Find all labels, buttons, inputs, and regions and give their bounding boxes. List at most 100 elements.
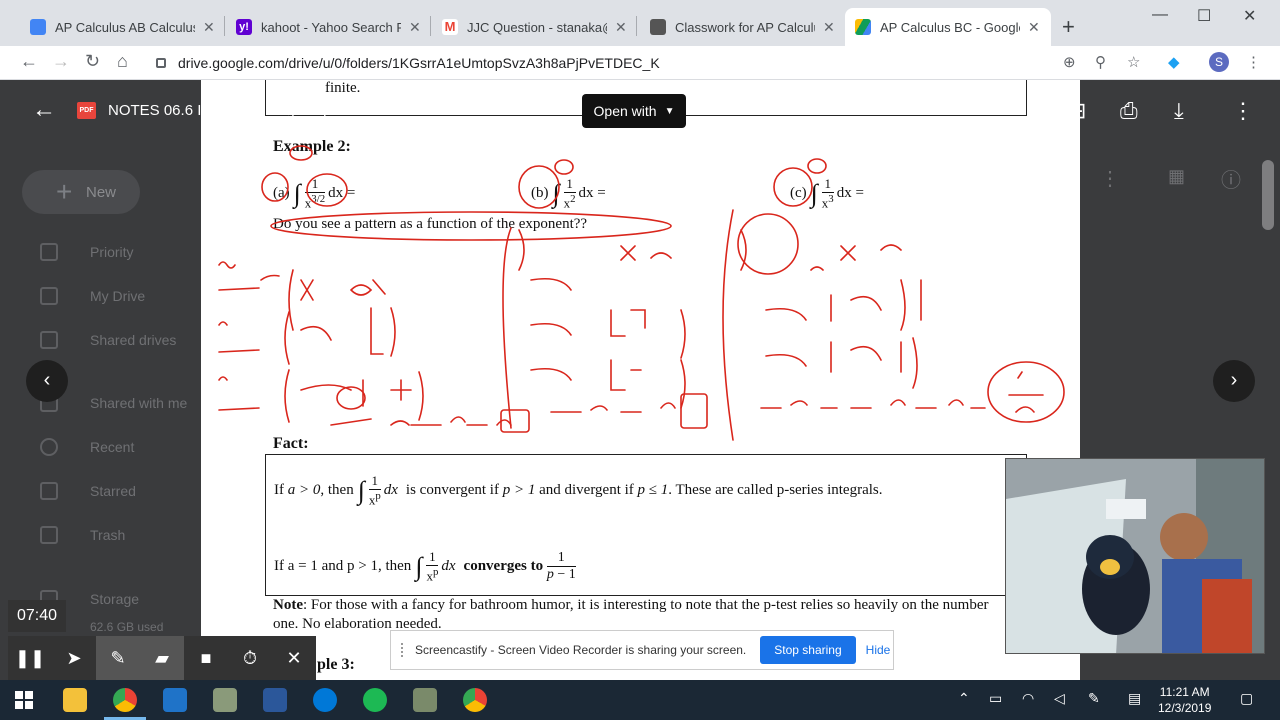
scrollbar-thumb[interactable]: [1262, 160, 1274, 230]
close-tab-icon[interactable]: ✕: [1028, 19, 1040, 36]
next-file-icon[interactable]: ›: [1213, 360, 1255, 402]
wifi-icon[interactable]: ◠: [1022, 690, 1034, 707]
home-icon[interactable]: ⌂: [117, 51, 128, 72]
add-to-drive-icon[interactable]: ⊞: [1068, 98, 1086, 124]
pen-icon[interactable]: ✎: [96, 636, 140, 680]
extension-icon[interactable]: ◆: [1168, 53, 1180, 71]
sidebar-item-starred[interactable]: Starred: [40, 482, 136, 500]
drag-handle-icon[interactable]: [401, 643, 407, 657]
address-bar[interactable]: drive.google.com/drive/u/0/folders/1KGsr…: [156, 50, 1156, 76]
note-paragraph: Note: For those with a fancy for bathroo…: [273, 597, 989, 632]
open-with-button[interactable]: Open with ▼: [582, 94, 686, 128]
sidebar-item-shared-with-me[interactable]: Shared with me: [40, 394, 187, 412]
previous-file-icon[interactable]: ‹: [26, 360, 68, 402]
highlighter-icon[interactable]: ▰: [140, 636, 184, 680]
fact-title: Fact:: [273, 435, 309, 452]
menu-icon[interactable]: ⋮: [1246, 53, 1261, 71]
back-arrow-icon[interactable]: ←: [32, 96, 56, 124]
sidebar-item-priority[interactable]: Priority: [40, 243, 134, 261]
browser-tab-5-active[interactable]: AP Calculus BC - Google Dr ✕: [845, 8, 1051, 46]
install-icon[interactable]: ⊕: [1063, 53, 1076, 71]
cursor-icon[interactable]: ➤: [52, 636, 96, 680]
google-sites-icon: [30, 19, 46, 35]
camera-icon[interactable]: ■: [184, 636, 228, 680]
tab-title: AP Calculus AB Calculus Re: [55, 19, 195, 35]
bookmark-star-icon[interactable]: ☆: [1127, 53, 1140, 71]
show-hidden-icons-icon[interactable]: ⌃: [958, 690, 970, 707]
chrome-icon[interactable]: [113, 688, 137, 712]
taskbar-clock[interactable]: 11:21 AM 12/3/2019: [1158, 684, 1211, 716]
sidebar-item-recent[interactable]: Recent: [40, 438, 134, 456]
timer-icon[interactable]: ⏱: [228, 636, 272, 680]
shared-drives-icon: [40, 331, 58, 349]
browser-tab-3[interactable]: M JJC Question - stanaka@m ✕: [432, 8, 637, 46]
more-actions-icon[interactable]: ⋮: [1232, 98, 1254, 124]
screen-sharing-notice: Screencastify - Screen Video Recorder is…: [390, 630, 894, 670]
close-window-icon[interactable]: ✕: [1243, 6, 1256, 26]
plus-icon: +: [56, 176, 73, 207]
zoom-icon[interactable]: ⚲: [1095, 53, 1106, 71]
keyboard-icon[interactable]: ▤: [1128, 690, 1141, 707]
back-icon[interactable]: ←: [20, 51, 38, 72]
dropdown-arrow-icon: ▼: [664, 105, 675, 117]
close-tab-icon[interactable]: ✕: [615, 19, 627, 36]
battery-icon[interactable]: ▭: [989, 690, 1002, 707]
forward-icon[interactable]: →: [52, 51, 70, 72]
fact-box: If a > 0 , then ∫ 1 xp dx is convergent i…: [265, 454, 1027, 596]
gmail-icon: M: [442, 19, 458, 35]
integral-sign: ∫: [357, 475, 365, 505]
sidebar-item-my-drive[interactable]: My Drive: [40, 287, 145, 305]
more-options-icon[interactable]: ⋮: [1100, 166, 1120, 191]
notifications-icon[interactable]: ▢: [1240, 690, 1253, 707]
tab-title: AP Calculus BC - Google Dr: [880, 19, 1020, 35]
pen-workspace-icon[interactable]: ✎: [1088, 690, 1100, 707]
download-icon[interactable]: ⤓: [1174, 98, 1184, 124]
browser-tab-1[interactable]: AP Calculus AB Calculus Re ✕: [20, 8, 225, 46]
avatar[interactable]: S: [1209, 52, 1229, 72]
spotify-icon[interactable]: [363, 688, 387, 712]
lock-icon: [156, 58, 166, 68]
volume-icon[interactable]: ◁: [1054, 690, 1065, 707]
windows-start-icon[interactable]: [15, 691, 33, 709]
new-tab-icon[interactable]: +: [1062, 14, 1075, 40]
file-explorer-icon[interactable]: [63, 688, 87, 712]
close-tab-icon[interactable]: ✕: [823, 19, 835, 36]
sidebar-item-trash[interactable]: Trash: [40, 526, 125, 544]
new-button[interactable]: + New: [22, 170, 140, 214]
info-icon[interactable]: ⓘ: [1221, 164, 1241, 193]
pause-icon[interactable]: ❚❚: [8, 636, 52, 680]
close-tab-icon[interactable]: ✕: [409, 19, 421, 36]
close-tab-icon[interactable]: ✕: [203, 19, 215, 36]
yahoo-icon: y!: [236, 19, 252, 35]
integral-sign: ∫: [415, 551, 423, 581]
sharing-text: Screencastify - Screen Video Recorder is…: [415, 643, 747, 657]
file-name: NOTES 06.6 Improper Integrals.pdf: [108, 102, 344, 119]
grid-view-icon[interactable]: ▦: [1168, 166, 1185, 187]
word-icon[interactable]: [263, 688, 287, 712]
app-icon[interactable]: [163, 688, 187, 712]
tab-separator: [430, 16, 431, 36]
app-icon[interactable]: [413, 688, 437, 712]
maximize-icon[interactable]: ☐: [1197, 6, 1211, 26]
print-icon[interactable]: ⎙: [1120, 98, 1138, 124]
classroom-icon: [650, 19, 666, 35]
stop-sharing-button[interactable]: Stop sharing: [760, 636, 856, 664]
clock-date: 12/3/2019: [1158, 701, 1212, 715]
minimize-icon[interactable]: —: [1152, 6, 1168, 24]
close-recorder-icon[interactable]: ✕: [272, 636, 316, 680]
windows-taskbar: ⌃ ▭ ◠ ◁ ✎ ▤ 11:21 AM 12/3/2019 ▢: [0, 680, 1280, 720]
google-drive-icon: [855, 19, 871, 35]
chrome-icon[interactable]: [463, 688, 487, 712]
drive-icon: [40, 287, 58, 305]
sidebar-item-shared-drives[interactable]: Shared drives: [40, 331, 176, 349]
reload-icon[interactable]: ↻: [85, 51, 100, 72]
browser-tab-4[interactable]: Classwork for AP Calculus B ✕: [640, 8, 845, 46]
browser-tab-2[interactable]: y! kahoot - Yahoo Search Resu ✕: [226, 8, 431, 46]
edge-icon[interactable]: [313, 688, 337, 712]
tab-title: kahoot - Yahoo Search Resu: [261, 19, 401, 35]
fact-line-1: If a > 0 , then ∫ 1 xp dx is convergent i…: [274, 473, 883, 508]
url-text: drive.google.com/drive/u/0/folders/1KGsr…: [178, 55, 660, 71]
hide-button[interactable]: Hide: [866, 643, 891, 657]
recording-timer: 07:40: [8, 600, 66, 632]
app-icon[interactable]: [213, 688, 237, 712]
